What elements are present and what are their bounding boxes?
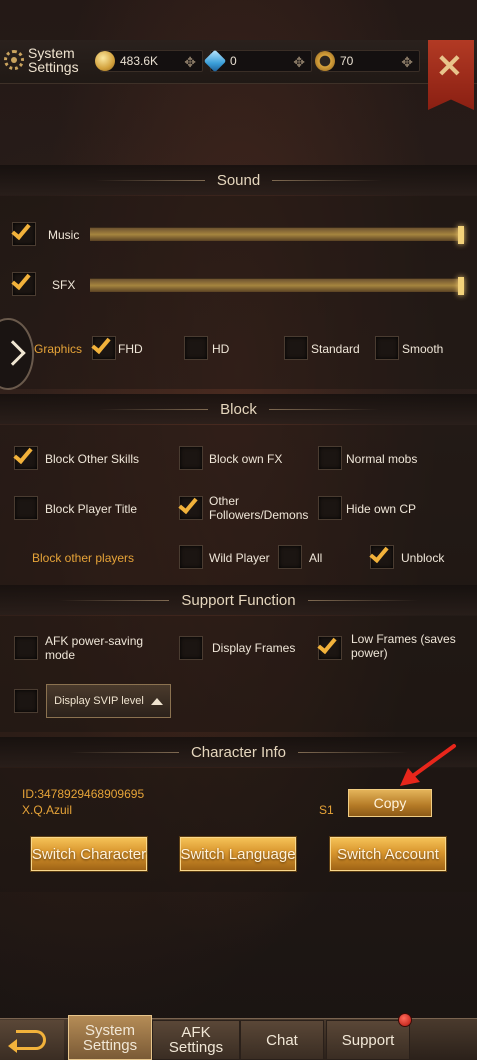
block-other-players-label: Block other players [32, 551, 135, 565]
wild-player-label: Wild Player [209, 551, 270, 565]
block-own-fx-checkbox[interactable] [179, 446, 203, 470]
graphics-smooth-label: Smooth [402, 342, 444, 356]
graphics-hd-label: HD [212, 342, 230, 356]
display-frames-label: Display Frames [212, 641, 296, 655]
block-title: Block [220, 400, 257, 418]
other-followers-checkbox[interactable] [178, 493, 203, 520]
normal-mobs-checkbox[interactable] [318, 446, 342, 470]
afk-power-saving-checkbox[interactable] [14, 636, 38, 660]
all-players-radio[interactable] [278, 545, 302, 569]
unblock-radio[interactable] [369, 542, 394, 569]
switch-character-button[interactable]: Switch Character [30, 836, 148, 872]
normal-mobs-label: Normal mobs [346, 452, 418, 466]
block-player-title-label: Block Player Title [45, 502, 138, 516]
tab-support-label: Support [341, 1031, 395, 1049]
sfx-slider-knob[interactable] [458, 277, 464, 295]
system-settings-title: System Settings [4, 46, 88, 74]
tab-chat-label: Chat [266, 1031, 298, 1049]
block-other-skills-checkbox[interactable] [13, 443, 38, 470]
tab-system-settings-label: System Settings [82, 1021, 138, 1054]
add-gold-icon[interactable]: ✥ [184, 54, 196, 71]
character-name: X.Q.Azuil [22, 803, 73, 817]
graphics-smooth-radio[interactable] [375, 336, 399, 360]
diamond-icon [203, 49, 227, 73]
diamond-resource[interactable]: 0 ✥ [203, 49, 312, 73]
display-svip-dropdown[interactable]: Display SVIP level [46, 684, 171, 718]
sound-panel [0, 196, 477, 389]
gear-icon [4, 50, 24, 70]
graphics-fhd-label: FHD [118, 342, 143, 356]
tab-system-settings[interactable]: System Settings [68, 1015, 152, 1060]
hide-own-cp-label: Hide own CP [346, 502, 417, 516]
sfx-label: SFX [52, 278, 76, 292]
switch-account-button[interactable]: Switch Account [329, 836, 447, 872]
tab-chat[interactable]: Chat [240, 1020, 324, 1060]
add-medal-icon[interactable]: ✥ [401, 54, 413, 71]
graphics-hd-radio[interactable] [184, 336, 208, 360]
sfx-checkbox[interactable] [11, 269, 36, 296]
music-label: Music [48, 228, 80, 242]
support-title: Support Function [181, 591, 296, 609]
display-svip-checkbox[interactable] [14, 689, 38, 713]
character-title: Character Info [190, 743, 287, 761]
chevron-right-icon [0, 340, 26, 366]
back-arrow-icon [16, 1030, 46, 1050]
support-header: Support Function [0, 585, 477, 615]
graphics-fhd-radio[interactable] [91, 333, 116, 360]
low-frames-checkbox[interactable] [317, 633, 342, 660]
diamond-value: 0 [230, 54, 237, 68]
switch-language-button[interactable]: Switch Language [179, 836, 297, 872]
sound-title: Sound [216, 171, 261, 189]
notification-dot [398, 1013, 412, 1027]
low-frames-label: Low Frames (saves power) [351, 632, 456, 660]
graphics-standard-radio[interactable] [284, 336, 308, 360]
block-player-title-checkbox[interactable] [14, 496, 38, 520]
gold-value: 483.6K [120, 54, 159, 68]
hide-own-cp-checkbox[interactable] [318, 496, 342, 520]
copy-button[interactable]: Copy [348, 789, 432, 817]
display-svip-label: Display SVIP level [54, 695, 144, 707]
medal-icon [315, 51, 335, 71]
medal-resource[interactable]: 70 ✥ [315, 50, 420, 72]
red-arrow-annotation [400, 744, 456, 786]
all-players-label: All [309, 551, 323, 565]
music-slider[interactable] [90, 226, 464, 244]
block-header: Block [0, 394, 477, 424]
chevron-up-icon [150, 697, 163, 705]
gold-coin-icon [95, 51, 115, 71]
music-slider-knob[interactable] [458, 226, 464, 244]
add-diamond-icon[interactable]: ✥ [293, 54, 305, 71]
tab-afk-settings-label: AFK Settings [168, 1024, 224, 1056]
block-other-skills-label: Block Other Skills [45, 452, 140, 466]
server-label: S1 [319, 803, 334, 817]
block-own-fx-label: Block own FX [209, 452, 283, 466]
graphics-standard-label: Standard [311, 342, 360, 356]
close-button[interactable]: ✕ [428, 40, 474, 110]
gold-resource[interactable]: 483.6K ✥ [95, 50, 203, 72]
other-followers-label: Other Followers/Demons [209, 494, 309, 522]
unblock-label: Unblock [401, 551, 445, 565]
afk-power-saving-label: AFK power-saving mode [45, 634, 144, 662]
window-title: System Settings [28, 45, 79, 75]
graphics-label: Graphics [34, 342, 83, 356]
wild-player-radio[interactable] [179, 545, 203, 569]
music-checkbox[interactable] [11, 219, 36, 246]
sfx-slider[interactable] [90, 277, 464, 295]
tab-afk-settings[interactable]: AFK Settings [152, 1020, 240, 1060]
close-icon: ✕ [436, 48, 463, 84]
display-frames-checkbox[interactable] [179, 636, 203, 660]
tab-support[interactable]: Support [326, 1020, 410, 1060]
medal-value: 70 [340, 54, 354, 68]
sound-header: Sound [0, 165, 477, 195]
character-id: ID:3478929468909695 [22, 787, 145, 801]
top-bar: System Settings 483.6K ✥ 0 ✥ 70 ✥ [0, 40, 477, 84]
back-button[interactable] [0, 1020, 64, 1060]
